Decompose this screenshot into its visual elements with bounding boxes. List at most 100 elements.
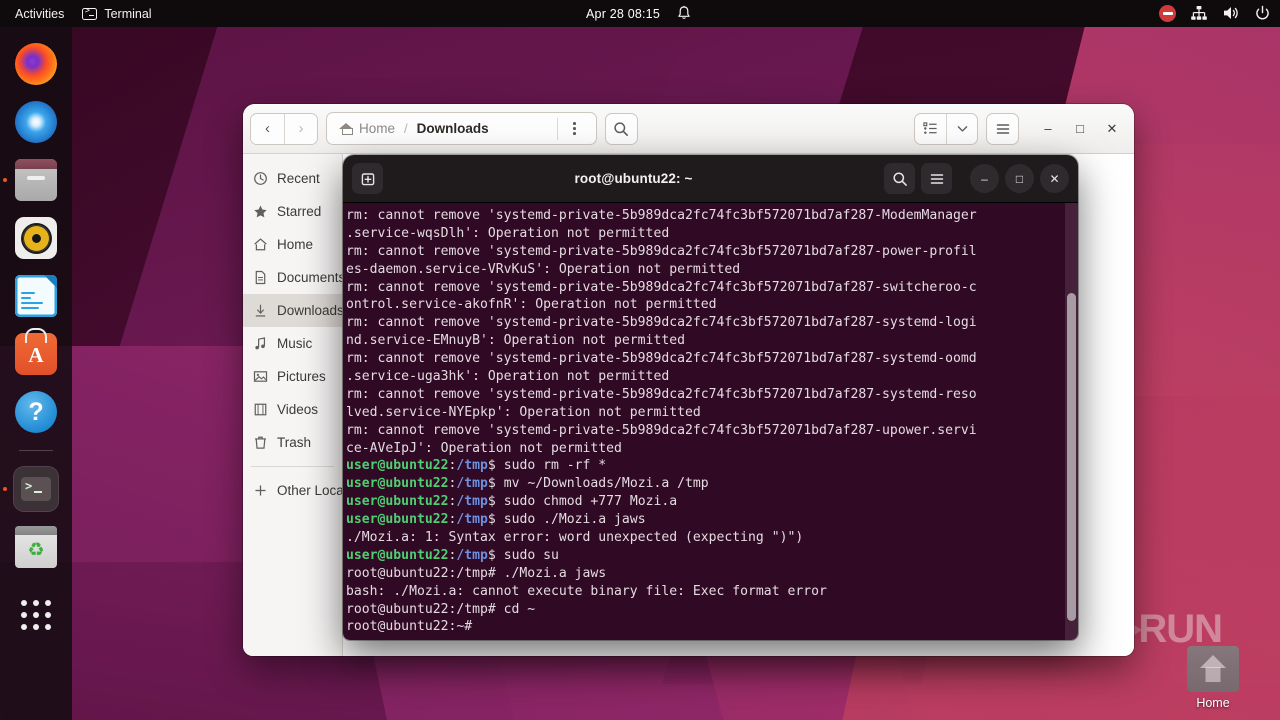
home-icon [339, 122, 353, 135]
sidebar-item-home[interactable]: Home [243, 228, 342, 261]
terminal-scrollbar-track[interactable] [1065, 203, 1078, 640]
terminal-header-actions: – □ ✕ [884, 163, 1069, 194]
network-icon[interactable] [1190, 5, 1208, 23]
terminal-maximize-button[interactable]: □ [1005, 164, 1034, 193]
terminal-line: user@ubuntu22:/tmp$ sudo su [346, 547, 1078, 565]
dock-item-rhythmbox[interactable] [13, 215, 59, 261]
sidebar-item-downloads[interactable]: Downloads [243, 294, 342, 327]
activities-button[interactable]: Activities [6, 0, 73, 27]
terminal-scrollbar-thumb[interactable] [1067, 293, 1076, 621]
music-icon [252, 336, 268, 352]
desktop-icon-home[interactable]: Home [1168, 646, 1258, 710]
search-button[interactable] [604, 112, 638, 145]
terminal-user: user@ubuntu22 [346, 494, 449, 510]
sidebar-item-trash[interactable]: Trash [243, 426, 342, 459]
terminal-menu-button[interactable] [921, 163, 952, 194]
breadcrumb: Home / Downloads [326, 112, 597, 145]
breadcrumb-current-label: Downloads [416, 121, 489, 136]
volume-icon[interactable] [1222, 5, 1240, 23]
terminal-text: rm: cannot remove 'systemd-private-5b989… [346, 422, 977, 438]
terminal-text: lved.service-NYEpkp': Operation not perm… [346, 404, 701, 420]
home-icon [252, 237, 268, 253]
hamburger-menu-icon [996, 123, 1009, 134]
dock-item-ubuntu-software[interactable]: A [13, 331, 59, 377]
close-button[interactable]: ✕ [1097, 114, 1127, 144]
terminal-path: /tmp [456, 476, 488, 492]
terminal-minimize-button[interactable]: – [970, 164, 999, 193]
terminal-line: rm: cannot remove 'systemd-private-5b989… [346, 279, 1078, 297]
dock-item-firefox[interactable] [13, 41, 59, 87]
list-view-button[interactable] [915, 114, 946, 144]
sidebar-item-other-locations[interactable]: Other Locations [243, 474, 342, 507]
dock-item-thunderbird[interactable] [13, 99, 59, 145]
sidebar-label: Recent [277, 171, 320, 186]
terminal-line: root@ubuntu22:/tmp# cd ~ [346, 601, 1078, 619]
search-icon [892, 171, 907, 186]
document-icon [252, 270, 268, 286]
current-app-menu[interactable]: Terminal [73, 0, 160, 27]
clock[interactable]: Apr 28 08:15 [586, 7, 660, 21]
top-bar-left: Activities Terminal [0, 0, 161, 27]
terminal-title: root@ubuntu22: ~ [574, 171, 693, 186]
terminal-window[interactable]: root@ubuntu22: ~ – □ ✕ rm: cannot remove… [343, 155, 1078, 640]
breadcrumb-separator: / [404, 121, 408, 136]
chevron-down-icon [957, 126, 967, 132]
files-sidebar: Recent Starred Home Documents Downloads … [243, 154, 343, 656]
breadcrumb-home[interactable]: Home [331, 115, 403, 142]
libreoffice-icon [15, 275, 57, 317]
pathbar-menu-button[interactable] [558, 113, 592, 144]
back-button[interactable]: ‹ [251, 113, 284, 144]
bell-icon[interactable] [676, 5, 694, 23]
star-icon [252, 204, 268, 220]
new-tab-button[interactable] [352, 163, 383, 194]
terminal-header-bar: root@ubuntu22: ~ – □ ✕ [343, 155, 1078, 203]
sidebar-item-starred[interactable]: Starred [243, 195, 342, 228]
breadcrumb-current[interactable]: Downloads [409, 115, 497, 142]
sidebar-item-videos[interactable]: Videos [243, 393, 342, 426]
terminal-line: rm: cannot remove 'systemd-private-5b989… [346, 314, 1078, 332]
dock-item-help[interactable]: ? [13, 389, 59, 435]
terminal-line: nd.service-EMnuyB': Operation not permit… [346, 332, 1078, 350]
sidebar-item-music[interactable]: Music [243, 327, 342, 360]
terminal-body[interactable]: rm: cannot remove 'systemd-private-5b989… [343, 203, 1078, 640]
sidebar-item-documents[interactable]: Documents [243, 261, 342, 294]
dock-item-trash[interactable]: ♻ [13, 524, 59, 570]
sidebar-item-recent[interactable]: Recent [243, 162, 342, 195]
video-icon [252, 402, 268, 418]
record-stop-icon[interactable] [1159, 5, 1176, 22]
terminal-line: ./Mozi.a: 1: Syntax error: word unexpect… [346, 529, 1078, 547]
dock-item-libreoffice[interactable] [13, 273, 59, 319]
terminal-icon [82, 6, 98, 20]
rhythmbox-icon [15, 217, 57, 259]
terminal-text: root@ubuntu22:/tmp# cd ~ [346, 601, 536, 617]
navigation-buttons: ‹ › [250, 112, 318, 145]
power-icon[interactable] [1254, 5, 1272, 23]
current-app-label: Terminal [104, 6, 152, 21]
maximize-button[interactable]: □ [1065, 114, 1095, 144]
terminal-user: user@ubuntu22 [346, 476, 449, 492]
files-icon [15, 159, 57, 201]
terminal-close-button[interactable]: ✕ [1040, 164, 1069, 193]
dock-item-show-apps[interactable] [13, 592, 59, 638]
forward-button[interactable]: › [284, 113, 317, 144]
sidebar-label: Starred [277, 204, 322, 219]
terminal-text: rm: cannot remove 'systemd-private-5b989… [346, 279, 977, 295]
files-header-bar: ‹ › Home / Downloads – □ ✕ [243, 104, 1134, 154]
terminal-search-button[interactable] [884, 163, 915, 194]
terminal-text: root@ubuntu22:/tmp# ./Mozi.a jaws [346, 565, 607, 581]
download-icon [252, 303, 268, 319]
terminal-line: ce-AVeIpJ': Operation not permitted [346, 440, 1078, 458]
top-bar: Activities Terminal Apr 28 08:15 [0, 0, 1280, 27]
dock-divider [19, 450, 53, 451]
dock-item-terminal[interactable] [13, 466, 59, 512]
terminal-user: user@ubuntu22 [346, 512, 449, 528]
view-options-button[interactable] [946, 113, 977, 144]
sidebar-item-pictures[interactable]: Pictures [243, 360, 342, 393]
ubuntu-software-icon: A [15, 333, 57, 375]
new-tab-icon [361, 172, 374, 185]
minimize-button[interactable]: – [1033, 114, 1063, 144]
dock-item-files[interactable] [13, 157, 59, 203]
top-bar-right [1159, 5, 1272, 23]
main-menu-button[interactable] [986, 112, 1019, 145]
thunderbird-icon [15, 101, 57, 143]
